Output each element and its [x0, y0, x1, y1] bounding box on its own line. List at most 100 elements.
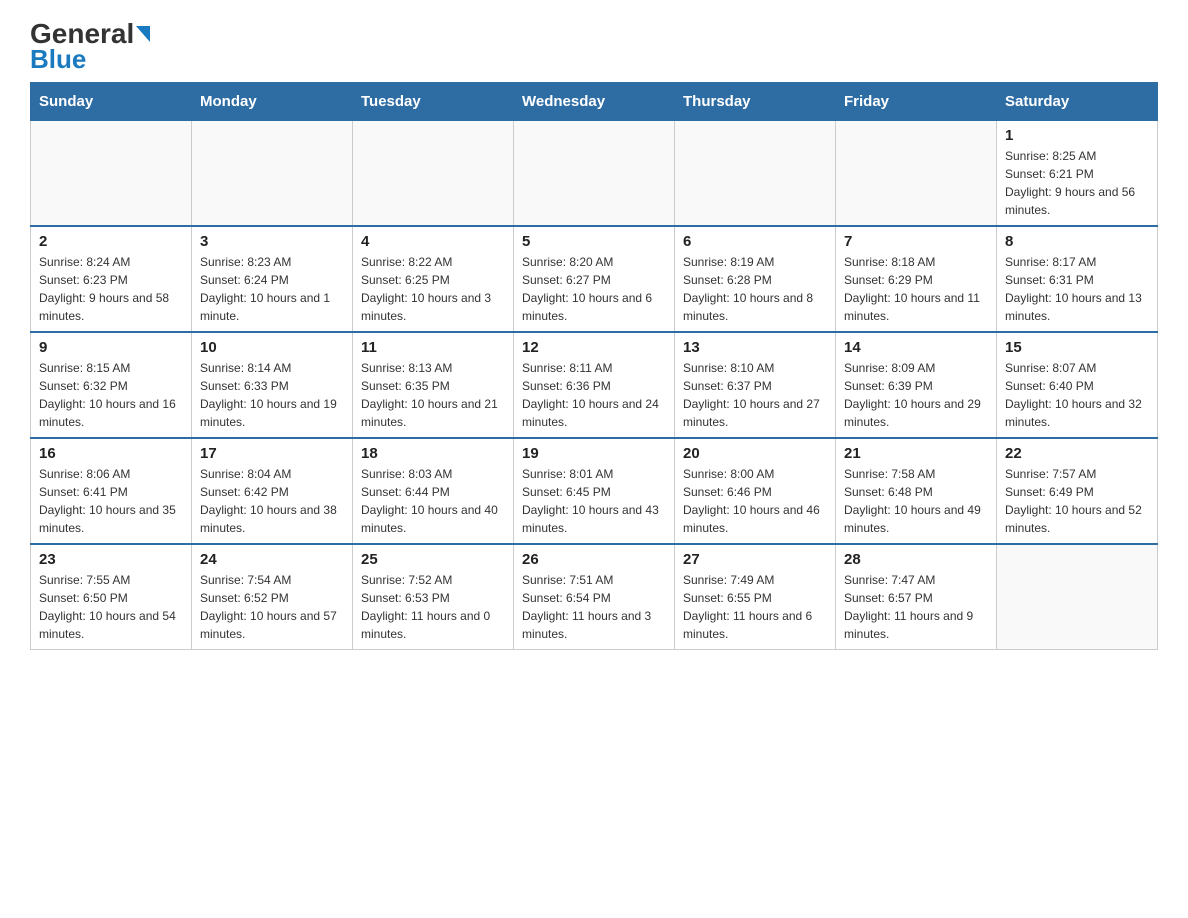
day-info: Sunrise: 7:57 AM Sunset: 6:49 PM Dayligh… — [1005, 465, 1149, 537]
calendar-cell: 26Sunrise: 7:51 AM Sunset: 6:54 PM Dayli… — [514, 544, 675, 650]
day-info: Sunrise: 7:52 AM Sunset: 6:53 PM Dayligh… — [361, 571, 505, 643]
calendar-cell — [997, 544, 1158, 650]
calendar-cell: 11Sunrise: 8:13 AM Sunset: 6:35 PM Dayli… — [353, 332, 514, 438]
day-number: 2 — [39, 233, 183, 250]
weekday-header-wednesday: Wednesday — [514, 83, 675, 121]
calendar-header-row: SundayMondayTuesdayWednesdayThursdayFrid… — [31, 83, 1158, 121]
day-number: 24 — [200, 551, 344, 568]
calendar-cell: 17Sunrise: 8:04 AM Sunset: 6:42 PM Dayli… — [192, 438, 353, 544]
calendar-cell: 12 Sunrise: 8:11 AM Sunset: 6:36 PM Dayli… — [514, 332, 675, 438]
day-info: Sunrise: 8:00 AM Sunset: 6:46 PM Dayligh… — [683, 465, 827, 537]
day-number: 16 — [39, 445, 183, 462]
day-info: Sunrise: 8:14 AM Sunset: 6:33 PM Dayligh… — [200, 359, 344, 431]
logo-arrow-icon — [136, 26, 150, 42]
day-info: Sunrise: 7:51 AM Sunset: 6:54 PM Dayligh… — [522, 571, 666, 643]
calendar-cell: 21 Sunrise: 7:58 AM Sunset: 6:48 PM Dayli… — [836, 438, 997, 544]
day-info: Sunrise: 7:54 AM Sunset: 6:52 PM Dayligh… — [200, 571, 344, 643]
day-number: 25 — [361, 551, 505, 568]
logo-blue-text: Blue — [30, 46, 86, 72]
day-number: 5 — [522, 233, 666, 250]
day-number: 10 — [200, 339, 344, 356]
day-info: Sunrise: 8:24 AM Sunset: 6:23 PM Dayligh… — [39, 253, 183, 325]
calendar-cell: 3 Sunrise: 8:23 AM Sunset: 6:24 PM Daylig… — [192, 226, 353, 332]
day-info: Sunrise: 7:49 AM Sunset: 6:55 PM Dayligh… — [683, 571, 827, 643]
day-number: 8 — [1005, 233, 1149, 250]
calendar-cell: 1 Sunrise: 8:25 AM Sunset: 6:21 PM Daylig… — [997, 121, 1158, 227]
day-number: 1 — [1005, 127, 1149, 144]
day-info: Sunrise: 7:55 AM Sunset: 6:50 PM Dayligh… — [39, 571, 183, 643]
calendar-cell: 24 Sunrise: 7:54 AM Sunset: 6:52 PM Dayli… — [192, 544, 353, 650]
calendar-cell: 4 Sunrise: 8:22 AM Sunset: 6:25 PM Daylig… — [353, 226, 514, 332]
calendar-cell: 10 Sunrise: 8:14 AM Sunset: 6:33 PM Dayli… — [192, 332, 353, 438]
calendar-cell — [31, 121, 192, 227]
day-number: 9 — [39, 339, 183, 356]
day-info: Sunrise: 8:11 AM Sunset: 6:36 PM Dayligh… — [522, 359, 666, 431]
calendar-cell: 13 Sunrise: 8:10 AM Sunset: 6:37 PM Dayli… — [675, 332, 836, 438]
calendar-cell: 15 Sunrise: 8:07 AM Sunset: 6:40 PM Dayli… — [997, 332, 1158, 438]
day-info: Sunrise: 8:04 AM Sunset: 6:42 PM Dayligh… — [200, 465, 344, 537]
calendar-cell: 18 Sunrise: 8:03 AM Sunset: 6:44 PM Dayli… — [353, 438, 514, 544]
day-info: Sunrise: 8:22 AM Sunset: 6:25 PM Dayligh… — [361, 253, 505, 325]
day-info: Sunrise: 8:07 AM Sunset: 6:40 PM Dayligh… — [1005, 359, 1149, 431]
day-info: Sunrise: 8:15 AM Sunset: 6:32 PM Dayligh… — [39, 359, 183, 431]
day-info: Sunrise: 8:18 AM Sunset: 6:29 PM Dayligh… — [844, 253, 988, 325]
calendar-week-row: 23 Sunrise: 7:55 AM Sunset: 6:50 PM Dayli… — [31, 544, 1158, 650]
calendar-week-row: 2 Sunrise: 8:24 AM Sunset: 6:23 PM Daylig… — [31, 226, 1158, 332]
calendar-cell: 27 Sunrise: 7:49 AM Sunset: 6:55 PM Dayli… — [675, 544, 836, 650]
day-number: 15 — [1005, 339, 1149, 356]
calendar-cell: 7 Sunrise: 8:18 AM Sunset: 6:29 PM Daylig… — [836, 226, 997, 332]
day-number: 7 — [844, 233, 988, 250]
calendar-cell: 20 Sunrise: 8:00 AM Sunset: 6:46 PM Dayli… — [675, 438, 836, 544]
day-number: 3 — [200, 233, 344, 250]
calendar-cell: 16 Sunrise: 8:06 AM Sunset: 6:41 PM Dayli… — [31, 438, 192, 544]
calendar-cell: 6 Sunrise: 8:19 AM Sunset: 6:28 PM Daylig… — [675, 226, 836, 332]
calendar-week-row: 16 Sunrise: 8:06 AM Sunset: 6:41 PM Dayli… — [31, 438, 1158, 544]
day-number: 11 — [361, 339, 505, 356]
page-header: General Blue — [30, 20, 1158, 72]
calendar-cell — [353, 121, 514, 227]
calendar-cell: 22 Sunrise: 7:57 AM Sunset: 6:49 PM Dayli… — [997, 438, 1158, 544]
day-number: 13 — [683, 339, 827, 356]
calendar-cell — [836, 121, 997, 227]
day-info: Sunrise: 8:23 AM Sunset: 6:24 PM Dayligh… — [200, 253, 344, 325]
calendar-cell: 2 Sunrise: 8:24 AM Sunset: 6:23 PM Daylig… — [31, 226, 192, 332]
day-info: Sunrise: 8:19 AM Sunset: 6:28 PM Dayligh… — [683, 253, 827, 325]
calendar-cell: 8 Sunrise: 8:17 AM Sunset: 6:31 PM Daylig… — [997, 226, 1158, 332]
day-number: 6 — [683, 233, 827, 250]
calendar-cell: 19Sunrise: 8:01 AM Sunset: 6:45 PM Dayli… — [514, 438, 675, 544]
day-info: Sunrise: 8:06 AM Sunset: 6:41 PM Dayligh… — [39, 465, 183, 537]
calendar-week-row: 9 Sunrise: 8:15 AM Sunset: 6:32 PM Daylig… — [31, 332, 1158, 438]
weekday-header-friday: Friday — [836, 83, 997, 121]
day-info: Sunrise: 8:03 AM Sunset: 6:44 PM Dayligh… — [361, 465, 505, 537]
day-info: Sunrise: 8:09 AM Sunset: 6:39 PM Dayligh… — [844, 359, 988, 431]
day-number: 14 — [844, 339, 988, 356]
calendar-cell — [514, 121, 675, 227]
calendar-table: SundayMondayTuesdayWednesdayThursdayFrid… — [30, 82, 1158, 650]
day-info: Sunrise: 8:10 AM Sunset: 6:37 PM Dayligh… — [683, 359, 827, 431]
day-info: Sunrise: 7:58 AM Sunset: 6:48 PM Dayligh… — [844, 465, 988, 537]
day-number: 21 — [844, 445, 988, 462]
day-number: 4 — [361, 233, 505, 250]
day-number: 18 — [361, 445, 505, 462]
calendar-cell — [675, 121, 836, 227]
day-number: 23 — [39, 551, 183, 568]
calendar-cell: 25 Sunrise: 7:52 AM Sunset: 6:53 PM Dayli… — [353, 544, 514, 650]
calendar-week-row: 1 Sunrise: 8:25 AM Sunset: 6:21 PM Daylig… — [31, 121, 1158, 227]
day-info: Sunrise: 8:25 AM Sunset: 6:21 PM Dayligh… — [1005, 147, 1149, 219]
day-number: 19 — [522, 445, 666, 462]
weekday-header-tuesday: Tuesday — [353, 83, 514, 121]
calendar-cell: 23 Sunrise: 7:55 AM Sunset: 6:50 PM Dayli… — [31, 544, 192, 650]
weekday-header-thursday: Thursday — [675, 83, 836, 121]
day-info: Sunrise: 7:47 AM Sunset: 6:57 PM Dayligh… — [844, 571, 988, 643]
day-info: Sunrise: 8:20 AM Sunset: 6:27 PM Dayligh… — [522, 253, 666, 325]
day-info: Sunrise: 8:17 AM Sunset: 6:31 PM Dayligh… — [1005, 253, 1149, 325]
calendar-cell: 28Sunrise: 7:47 AM Sunset: 6:57 PM Dayli… — [836, 544, 997, 650]
weekday-header-sunday: Sunday — [31, 83, 192, 121]
logo: General Blue — [30, 20, 150, 72]
day-number: 20 — [683, 445, 827, 462]
weekday-header-monday: Monday — [192, 83, 353, 121]
weekday-header-saturday: Saturday — [997, 83, 1158, 121]
day-number: 27 — [683, 551, 827, 568]
day-number: 22 — [1005, 445, 1149, 462]
day-number: 12 — [522, 339, 666, 356]
